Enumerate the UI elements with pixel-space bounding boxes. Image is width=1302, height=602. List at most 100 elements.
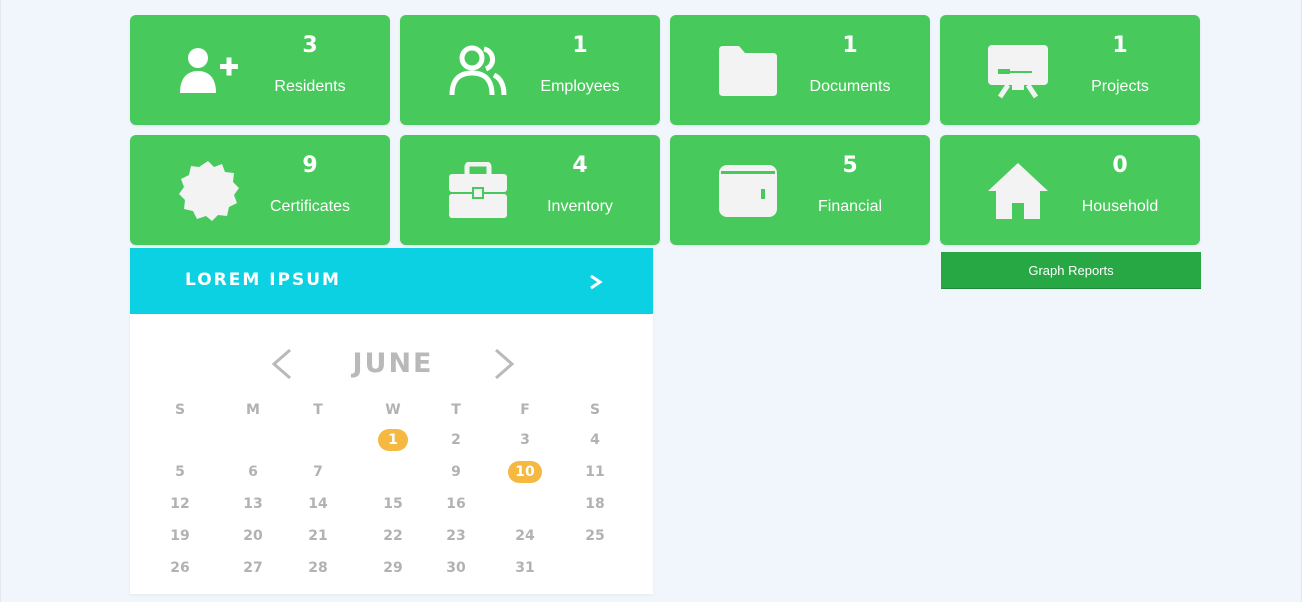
calendar-day[interactable]: 26	[160, 557, 200, 579]
calendar-day-number: 2	[451, 432, 461, 448]
calendar-day[interactable]: 18	[575, 493, 615, 515]
calendar-day[interactable]: 14	[298, 493, 338, 515]
calendar-header: LOREM IPSUM	[130, 248, 653, 314]
calendar-day[interactable]: 30	[436, 557, 476, 579]
calendar-day[interactable]: 6	[233, 461, 273, 483]
calendar-day-number: 31	[515, 560, 535, 576]
calendar-day[interactable]: 27	[233, 557, 273, 579]
stat-count: 4	[572, 153, 588, 178]
calendar-day-number: 20	[243, 528, 263, 544]
stat-label: Inventory	[547, 198, 613, 215]
calendar-day[interactable]: 22	[373, 525, 413, 547]
weekday-label: W	[385, 402, 401, 418]
calendar-day[interactable]: 19	[160, 525, 200, 547]
stats-grid: 3 Residents 1 Employees 1 Documents 1 Pr…	[130, 15, 1200, 245]
stat-card-employees[interactable]: 1 Employees	[400, 15, 660, 125]
stat-label: Financial	[817, 198, 883, 215]
calendar-day[interactable]: 4	[575, 429, 615, 451]
calendar-day-number: 12	[170, 496, 190, 512]
house-icon	[978, 161, 1058, 221]
weekday-label: T	[313, 402, 323, 418]
stat-count: 5	[842, 153, 858, 178]
weekday-label: T	[451, 402, 461, 418]
calendar-day-number: 19	[170, 528, 190, 544]
calendar-day[interactable]: 25	[575, 525, 615, 547]
calendar-day[interactable]: 21	[298, 525, 338, 547]
calendar-day-number: 3	[520, 432, 530, 448]
month-navigation: JUNE	[130, 344, 653, 384]
next-month-icon[interactable]	[490, 347, 518, 381]
calendar-day-number: 16	[446, 496, 466, 512]
stat-card-household[interactable]: 0 Household	[940, 135, 1200, 245]
calendar-widget: LOREM IPSUM JUNE S M T W T F S 1 2 3 4 5 6 7 9 10 11 12 13…	[130, 248, 653, 594]
calendar-day-number: 14	[308, 496, 328, 512]
stat-card-inventory[interactable]: 4 Inventory	[400, 135, 660, 245]
month-name: JUNE	[352, 348, 434, 379]
stat-count: 9	[302, 153, 318, 178]
calendar-day[interactable]: 13	[233, 493, 273, 515]
calendar-day[interactable]: 16	[436, 493, 476, 515]
stat-label: Residents	[274, 78, 346, 95]
weekday-label: S	[174, 402, 186, 418]
stat-card-documents[interactable]: 1 Documents	[670, 15, 930, 125]
presentation-board-icon	[978, 41, 1058, 101]
calendar-day-number: 29	[383, 560, 403, 576]
calendar-day-number: 28	[308, 560, 328, 576]
calendar-day-number: 22	[383, 528, 403, 544]
calendar-day-number: 30	[446, 560, 466, 576]
calendar-header-title: LOREM IPSUM	[185, 270, 341, 290]
stat-card-residents[interactable]: 3 Residents	[130, 15, 390, 125]
folder-icon	[708, 41, 788, 101]
calendar-day-highlighted[interactable]: 10	[505, 461, 545, 483]
calendar-day[interactable]: 28	[298, 557, 338, 579]
calendar-day[interactable]: 15	[373, 493, 413, 515]
stat-card-certificates[interactable]: 9 Certificates	[130, 135, 390, 245]
stat-label: Household	[1081, 198, 1159, 215]
calendar-day-number: 18	[585, 496, 605, 512]
prev-month-icon[interactable]	[268, 347, 296, 381]
stat-count: 1	[572, 33, 588, 58]
add-user-icon	[168, 41, 248, 101]
calendar-day-number: 27	[243, 560, 263, 576]
stat-card-projects[interactable]: 1 Projects	[940, 15, 1200, 125]
calendar-day[interactable]: 5	[160, 461, 200, 483]
weekday-label: F	[520, 402, 530, 418]
calendar-day-number: 15	[383, 496, 403, 512]
calendar-day[interactable]: 11	[575, 461, 615, 483]
calendar-day[interactable]: 12	[160, 493, 200, 515]
calendar-day-number: 13	[243, 496, 263, 512]
calendar-day[interactable]: 29	[373, 557, 413, 579]
weekday-label: M	[246, 402, 260, 418]
calendar-day[interactable]: 2	[436, 429, 476, 451]
stat-card-financial[interactable]: 5 Financial	[670, 135, 930, 245]
stat-count: 1	[842, 33, 858, 58]
stat-label: Documents	[809, 78, 891, 95]
calendar-day[interactable]: 3	[505, 429, 545, 451]
stat-label: Projects	[1091, 78, 1149, 95]
calendar-day[interactable]: 23	[436, 525, 476, 547]
calendar-day[interactable]: 31	[505, 557, 545, 579]
graph-reports-button[interactable]: Graph Reports	[941, 252, 1201, 289]
calendar-day-number: 11	[585, 464, 605, 480]
calendar-day-number: 10	[515, 464, 535, 480]
calendar-day[interactable]: 7	[298, 461, 338, 483]
calendar-day-number: 25	[585, 528, 605, 544]
calendar-day-number: 4	[590, 432, 600, 448]
weekday-label: S	[589, 402, 601, 418]
calendar-day[interactable]: 24	[505, 525, 545, 547]
certificate-badge-icon	[168, 161, 248, 221]
calendar-day-number: 1	[388, 432, 398, 448]
calendar-day-number: 23	[446, 528, 466, 544]
frame-border-left	[0, 0, 1, 602]
calendar-day[interactable]: 9	[436, 461, 476, 483]
calendar-day-number: 5	[175, 464, 185, 480]
stat-label: Certificates	[269, 198, 351, 215]
calendar-day-number: 6	[248, 464, 258, 480]
wallet-icon	[708, 161, 788, 221]
stat-count: 3	[302, 33, 318, 58]
calendar-day-highlighted[interactable]: 1	[373, 429, 413, 451]
calendar-day-number: 21	[308, 528, 328, 544]
calendar-day[interactable]: 20	[233, 525, 273, 547]
chevron-right-icon[interactable]	[588, 272, 604, 292]
briefcase-icon	[438, 161, 518, 221]
